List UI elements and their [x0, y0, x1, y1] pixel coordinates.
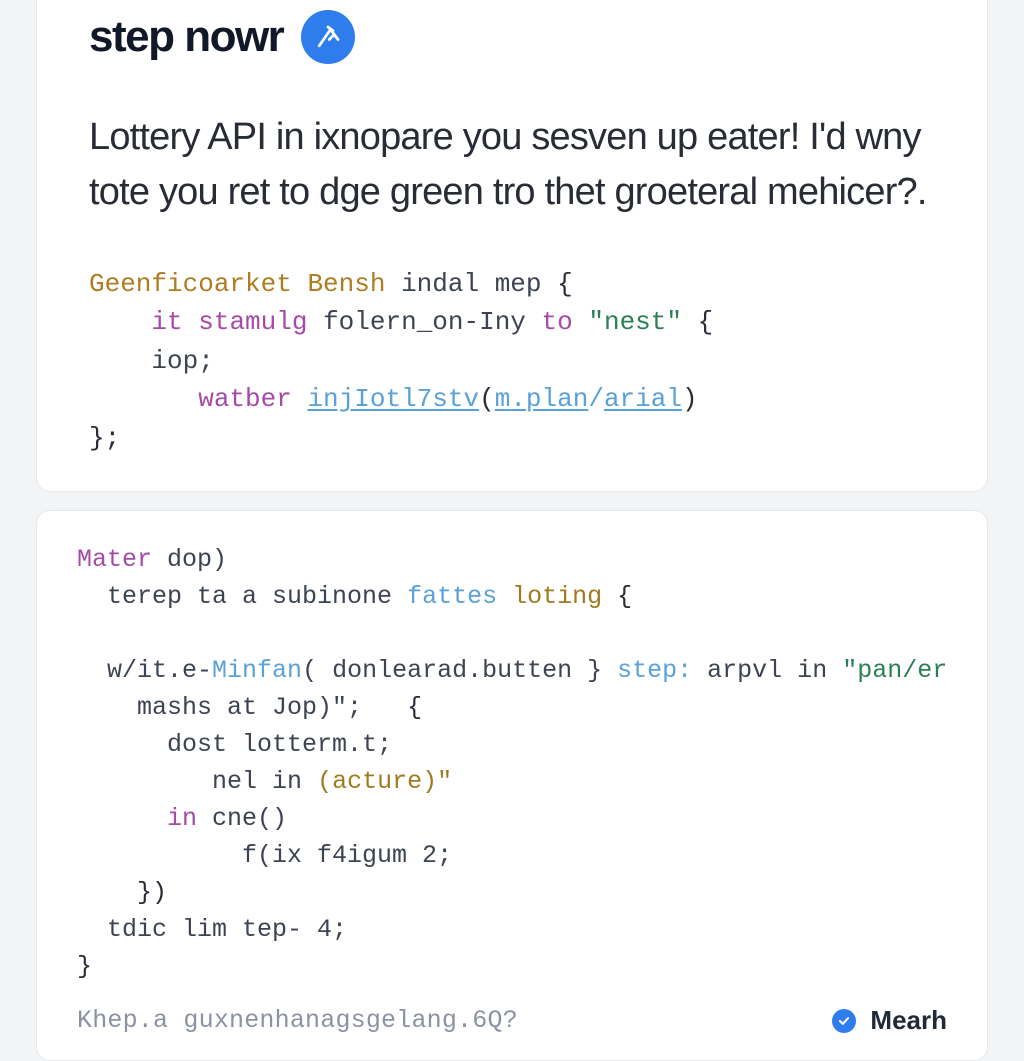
page-title: step nowr	[89, 12, 283, 62]
footer-label: Mearh	[870, 1005, 947, 1036]
section-subhead: Lottery API in ixnopare you sesven up ea…	[89, 110, 935, 221]
code-block-1: Geenficoarket Bensh indal mep { it stamu…	[89, 265, 935, 457]
check-icon	[832, 1009, 856, 1033]
badge-icon	[301, 10, 355, 64]
header: step nowr	[89, 10, 935, 64]
section-intro: step nowr Lottery API in ixnopare you se…	[36, 0, 988, 492]
footer-status: Mearh	[832, 1005, 947, 1036]
section-code: Mater dop) terep ta a subinone fattes lo…	[36, 510, 988, 1061]
code-block-2: Mater dop) terep ta a subinone fattes lo…	[77, 541, 947, 985]
card-footer: Khep.a guxnenhanagsgelang.6Q? Mearh	[77, 1005, 947, 1036]
footer-note: Khep.a guxnenhanagsgelang.6Q?	[77, 1006, 518, 1035]
